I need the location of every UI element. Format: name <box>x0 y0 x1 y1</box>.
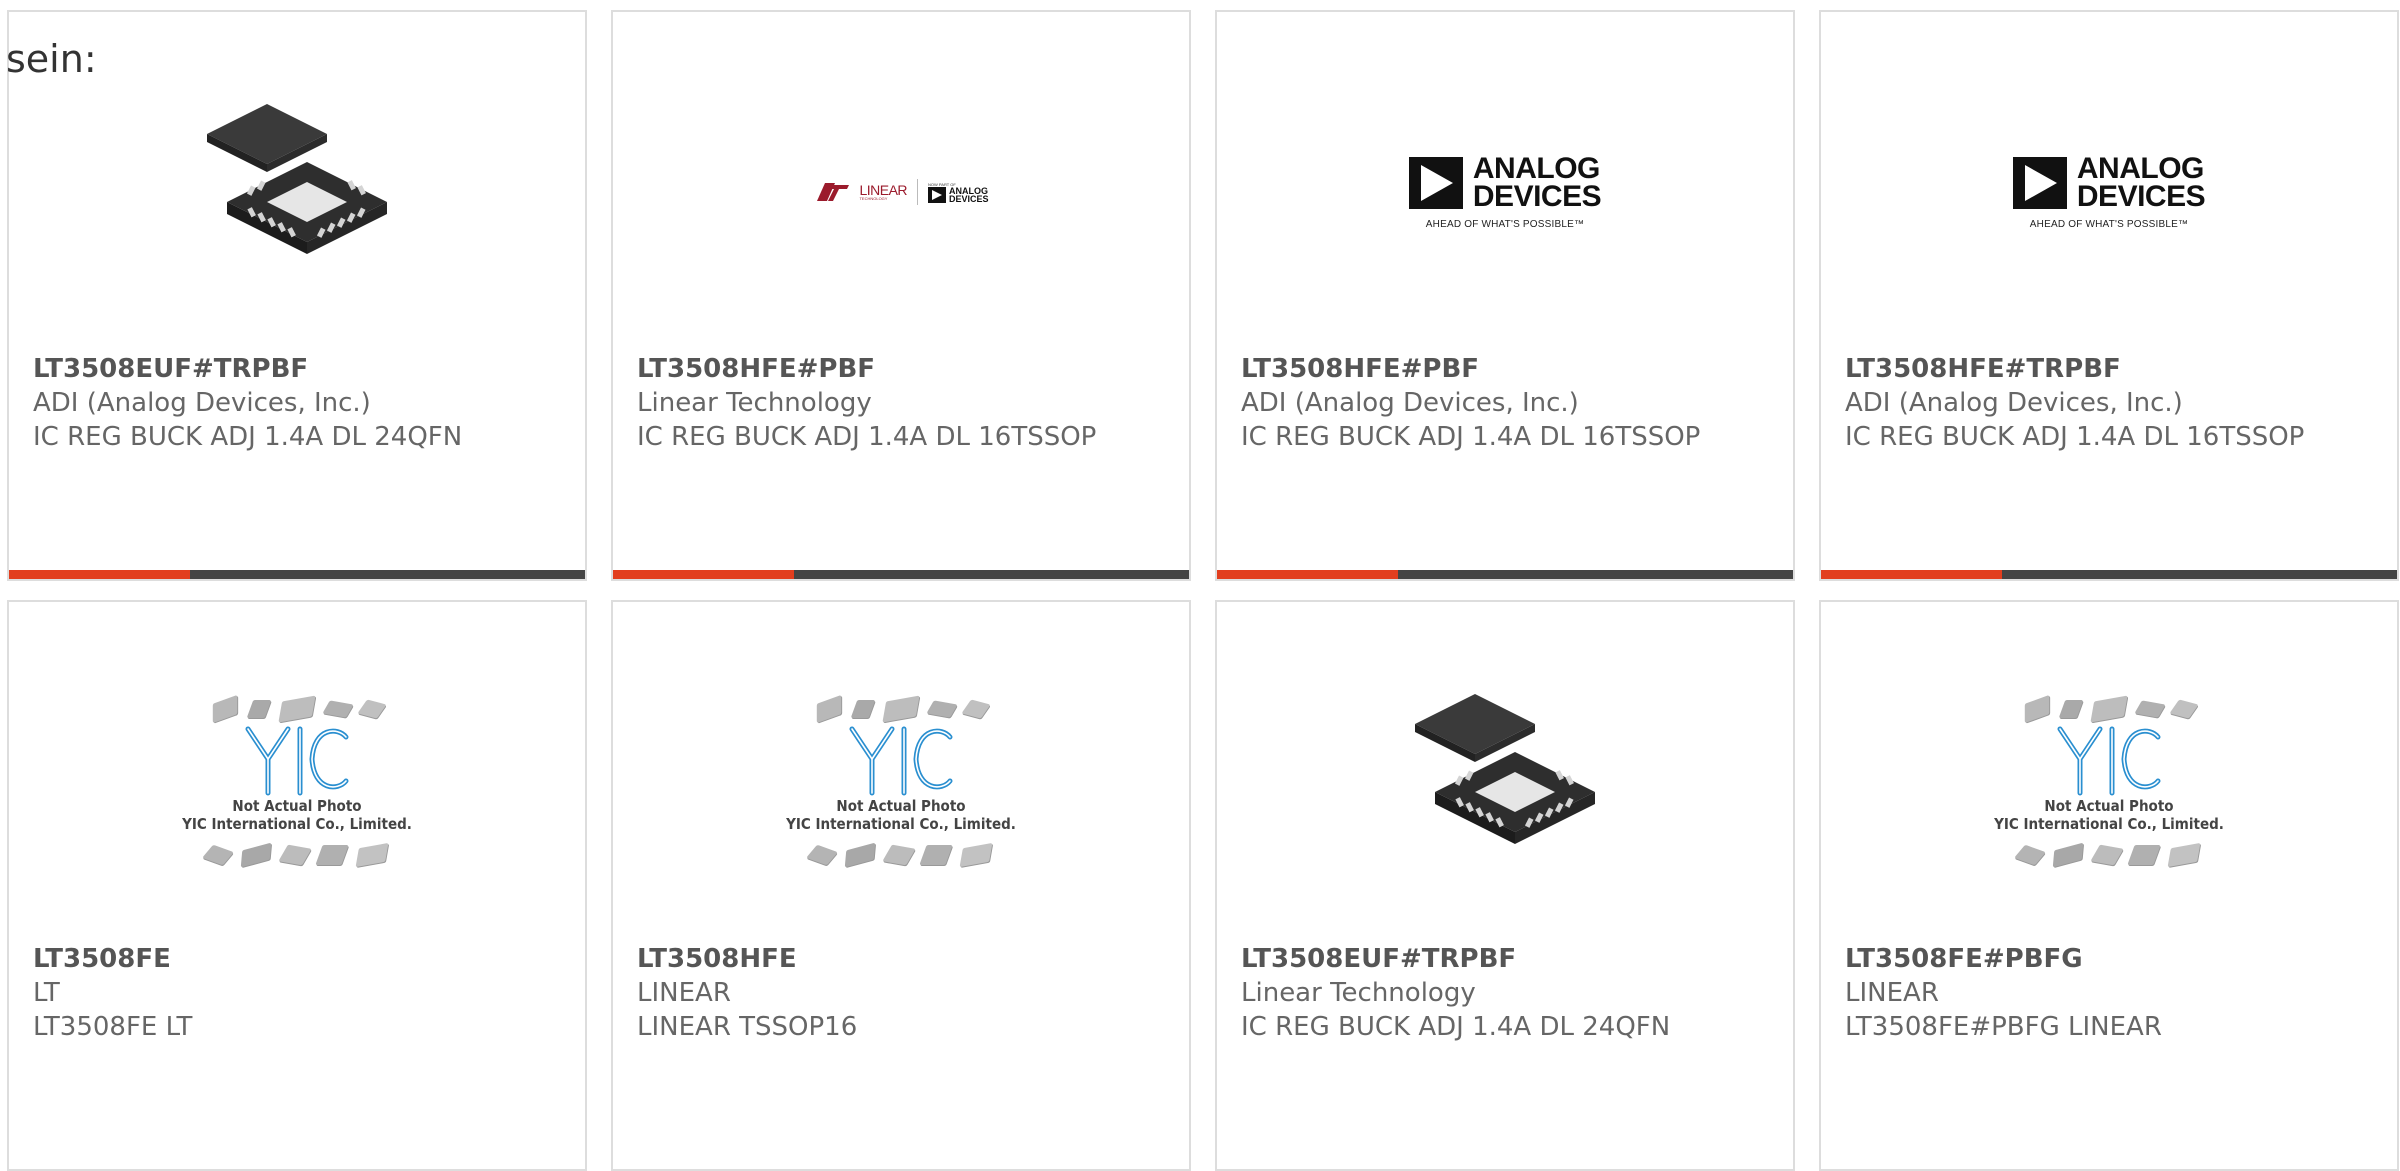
product-info: LT3508HFE LINEAR LINEAR TSSOP16 <box>637 942 1169 1044</box>
component-thumbnails-top <box>2024 694 2199 724</box>
not-actual-photo-text: Not Actual Photo <box>232 797 362 815</box>
manufacturer-name: Linear Technology <box>1241 978 1476 1008</box>
logo-tagline: AHEAD OF WHAT'S POSSIBLE™ <box>1425 218 1585 230</box>
product-description: LT3508FE#PBFG LINEAR <box>1845 1012 2162 1042</box>
product-grid: LT3508EUF#TRPBF ADI (Analog Devices, Inc… <box>7 10 2400 1171</box>
logo-text-line1: ANALOG <box>2076 151 2205 185</box>
manufacturer-name: LINEAR <box>1845 978 1939 1008</box>
qfn-chip-image <box>207 104 387 254</box>
part-number[interactable]: LT3508HFE#PBF <box>1241 352 1773 386</box>
yic-company-text: YIC International Co., Limited. <box>182 815 412 833</box>
product-info: LT3508FE LT LT3508FE LT <box>33 942 565 1044</box>
product-image[interactable]: ANALOG DEVICES AHEAD OF WHAT'S POSSIBLE™ <box>1217 72 1793 312</box>
product-image[interactable] <box>1217 662 1793 902</box>
not-actual-photo-placeholder: Not Actual Photo YIC International Co., … <box>182 694 412 868</box>
product-card[interactable]: LT3508EUF#TRPBF Linear Technology IC REG… <box>1215 600 1795 1171</box>
component-thumbnails-top <box>816 694 991 724</box>
card-accent-bar <box>613 570 1189 579</box>
part-number[interactable]: LT3508HFE#TRPBF <box>1845 352 2377 386</box>
lead-text: sein: <box>6 37 97 81</box>
analog-devices-triangle-icon <box>928 186 947 203</box>
logo-text-line2: DEVICES <box>2076 179 2206 213</box>
logo-text-line1: ANALOG <box>1472 151 1601 185</box>
part-number[interactable]: LT3508HFE#PBF <box>637 352 1169 386</box>
product-card[interactable]: Not Actual Photo YIC International Co., … <box>611 600 1191 1171</box>
product-info: LT3508FE#PBFG LINEAR LT3508FE#PBFG LINEA… <box>1845 942 2377 1044</box>
analog-devices-triangle-icon <box>1408 156 1463 209</box>
manufacturer-name: ADI (Analog Devices, Inc.) <box>1241 388 1579 418</box>
logo-tagline: AHEAD OF WHAT'S POSSIBLE™ <box>2029 218 2189 230</box>
product-description: IC REG BUCK ADJ 1.4A DL 24QFN <box>33 422 463 452</box>
not-actual-photo-placeholder: Not Actual Photo YIC International Co., … <box>1994 694 2224 868</box>
product-card[interactable]: ANALOG DEVICES AHEAD OF WHAT'S POSSIBLE™… <box>1215 10 1795 581</box>
product-card[interactable]: LINEAR TECHNOLOGY NOW PART OF ANALOG DEV… <box>611 10 1191 581</box>
linear-lt-icon <box>817 183 850 201</box>
product-card[interactable]: Not Actual Photo YIC International Co., … <box>1819 600 2399 1171</box>
part-number[interactable]: LT3508FE#PBFG <box>1845 942 2377 976</box>
product-info: LT3508EUF#TRPBF ADI (Analog Devices, Inc… <box>33 352 565 454</box>
product-image[interactable]: ANALOG DEVICES AHEAD OF WHAT'S POSSIBLE™ <box>1821 72 2397 312</box>
manufacturer-name: LINEAR <box>637 978 731 1008</box>
analog-devices-logo: ANALOG DEVICES AHEAD OF WHAT'S POSSIBLE™ <box>2012 151 2206 230</box>
component-thumbnails-bottom <box>806 842 993 868</box>
product-description: LT3508FE LT <box>33 1012 193 1042</box>
product-card[interactable]: Not Actual Photo YIC International Co., … <box>7 600 587 1171</box>
not-actual-photo-placeholder: Not Actual Photo YIC International Co., … <box>786 694 1016 868</box>
product-image[interactable]: LINEAR TECHNOLOGY NOW PART OF ANALOG DEV… <box>613 72 1189 312</box>
yic-logo-icon <box>245 726 349 796</box>
product-info: LT3508HFE#PBF ADI (Analog Devices, Inc.)… <box>1241 352 1773 454</box>
component-thumbnails-top <box>212 694 387 724</box>
yic-company-text: YIC International Co., Limited. <box>1994 815 2224 833</box>
card-accent-bar <box>1821 570 2397 579</box>
not-actual-photo-text: Not Actual Photo <box>836 797 966 815</box>
product-description: IC REG BUCK ADJ 1.4A DL 24QFN <box>1241 1012 1671 1042</box>
logo-text-line2: DEVICES <box>1472 179 1602 213</box>
product-info: LT3508EUF#TRPBF Linear Technology IC REG… <box>1241 942 1773 1044</box>
manufacturer-name: Linear Technology <box>637 388 872 418</box>
product-description: IC REG BUCK ADJ 1.4A DL 16TSSOP <box>637 422 1097 452</box>
product-info: LT3508HFE#PBF Linear Technology IC REG B… <box>637 352 1169 454</box>
analog-devices-logo: ANALOG DEVICES AHEAD OF WHAT'S POSSIBLE™ <box>1408 151 1602 230</box>
card-accent-bar <box>1217 570 1793 579</box>
yic-logo-icon <box>849 726 953 796</box>
product-info: LT3508HFE#TRPBF ADI (Analog Devices, Inc… <box>1845 352 2377 454</box>
product-description: LINEAR TSSOP16 <box>637 1012 858 1042</box>
yic-company-text: YIC International Co., Limited. <box>786 815 1016 833</box>
manufacturer-name: LT <box>33 978 60 1008</box>
product-image[interactable]: Not Actual Photo YIC International Co., … <box>613 662 1189 902</box>
qfn-chip-image <box>1415 694 1595 844</box>
part-number[interactable]: LT3508FE <box>33 942 565 976</box>
logo-text-line2: DEVICES <box>949 193 989 204</box>
product-card[interactable]: LT3508EUF#TRPBF ADI (Analog Devices, Inc… <box>7 10 587 581</box>
component-thumbnails-bottom <box>2014 842 2201 868</box>
product-image[interactable]: Not Actual Photo YIC International Co., … <box>1821 662 2397 902</box>
manufacturer-name: ADI (Analog Devices, Inc.) <box>1845 388 2183 418</box>
product-image[interactable] <box>9 72 585 312</box>
product-image[interactable]: Not Actual Photo YIC International Co., … <box>9 662 585 902</box>
product-description: IC REG BUCK ADJ 1.4A DL 16TSSOP <box>1241 422 1701 452</box>
linear-analog-logo: LINEAR TECHNOLOGY NOW PART OF ANALOG DEV… <box>813 179 989 205</box>
product-card[interactable]: ANALOG DEVICES AHEAD OF WHAT'S POSSIBLE™… <box>1819 10 2399 581</box>
part-number[interactable]: LT3508HFE <box>637 942 1169 976</box>
linear-brand-text: LINEAR <box>859 182 908 198</box>
yic-logo-icon <box>2057 726 2161 796</box>
component-thumbnails-bottom <box>202 842 389 868</box>
part-number[interactable]: LT3508EUF#TRPBF <box>1241 942 1773 976</box>
part-number[interactable]: LT3508EUF#TRPBF <box>33 352 565 386</box>
product-description: IC REG BUCK ADJ 1.4A DL 16TSSOP <box>1845 422 2305 452</box>
manufacturer-name: ADI (Analog Devices, Inc.) <box>33 388 371 418</box>
analog-devices-triangle-icon <box>2012 156 2067 209</box>
card-accent-bar <box>9 570 585 579</box>
not-actual-photo-text: Not Actual Photo <box>2044 797 2174 815</box>
